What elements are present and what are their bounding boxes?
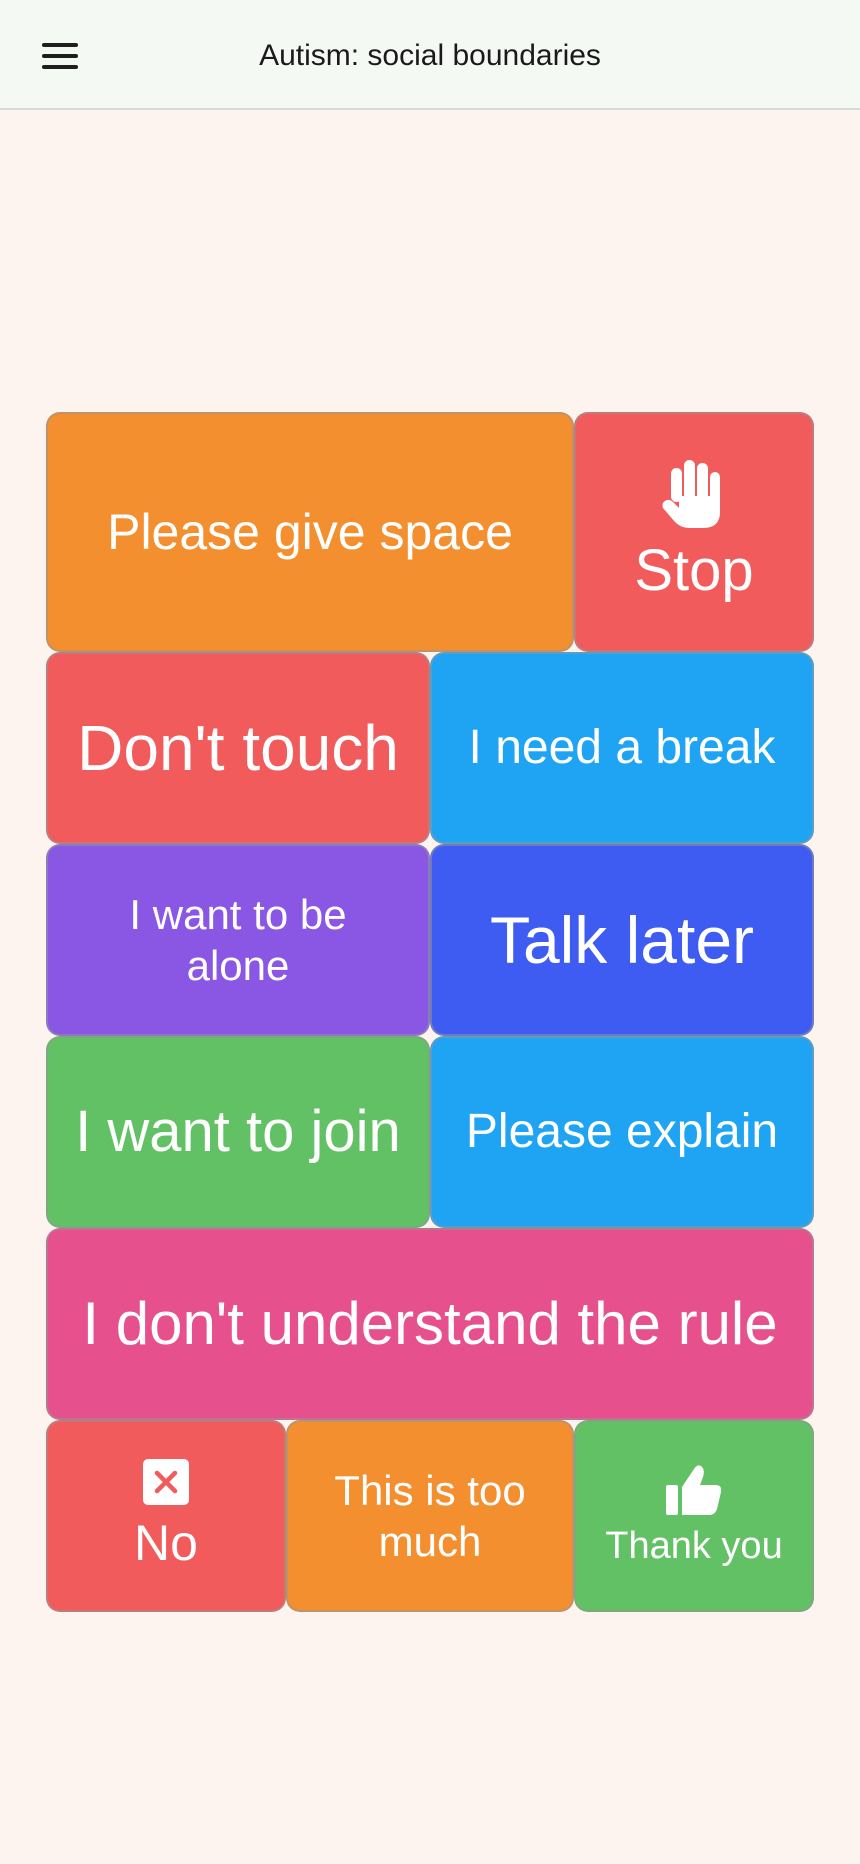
tile-label: Please explain bbox=[465, 1104, 779, 1158]
i-want-to-join-button[interactable]: I want to join bbox=[46, 1036, 430, 1228]
tile-label: I don't understand the rule bbox=[82, 1290, 778, 1358]
page-title: Autism: social boundaries bbox=[259, 39, 601, 72]
no-button[interactable]: No bbox=[46, 1420, 286, 1612]
app-header: Autism: social boundaries bbox=[0, 0, 860, 110]
tile-label: I need a break bbox=[468, 720, 776, 774]
i-dont-understand-the-rule-button[interactable]: I don't understand the rule bbox=[46, 1228, 814, 1420]
stop-button[interactable]: Stop bbox=[574, 412, 814, 652]
tile-label: No bbox=[134, 1514, 198, 1571]
please-explain-button[interactable]: Please explain bbox=[430, 1036, 814, 1228]
dont-touch-button[interactable]: Don't touch bbox=[46, 652, 430, 844]
tile-label: I want to join bbox=[75, 1098, 401, 1164]
tile-label: I want to be alone bbox=[129, 890, 347, 989]
tile-label: Please give space bbox=[107, 503, 513, 560]
i-want-to-be-alone-button[interactable]: I want to be alone bbox=[46, 844, 430, 1036]
thumbs-up-icon bbox=[664, 1463, 724, 1517]
talk-later-button[interactable]: Talk later bbox=[430, 844, 814, 1036]
i-need-a-break-button[interactable]: I need a break bbox=[430, 652, 814, 844]
tile-label: Thank you bbox=[605, 1524, 783, 1567]
x-box-icon bbox=[143, 1458, 189, 1505]
tile-label: Talk later bbox=[489, 902, 755, 977]
please-give-space-button[interactable]: Please give space bbox=[46, 412, 574, 652]
tile-label: This is too much bbox=[334, 1466, 526, 1565]
this-is-too-much-button[interactable]: This is too much bbox=[286, 1420, 574, 1612]
tile-label: Don't touch bbox=[77, 711, 399, 784]
thank-you-button[interactable]: Thank you bbox=[574, 1420, 814, 1612]
tile-label: Stop bbox=[634, 537, 754, 603]
raised-hand-icon bbox=[661, 458, 727, 530]
